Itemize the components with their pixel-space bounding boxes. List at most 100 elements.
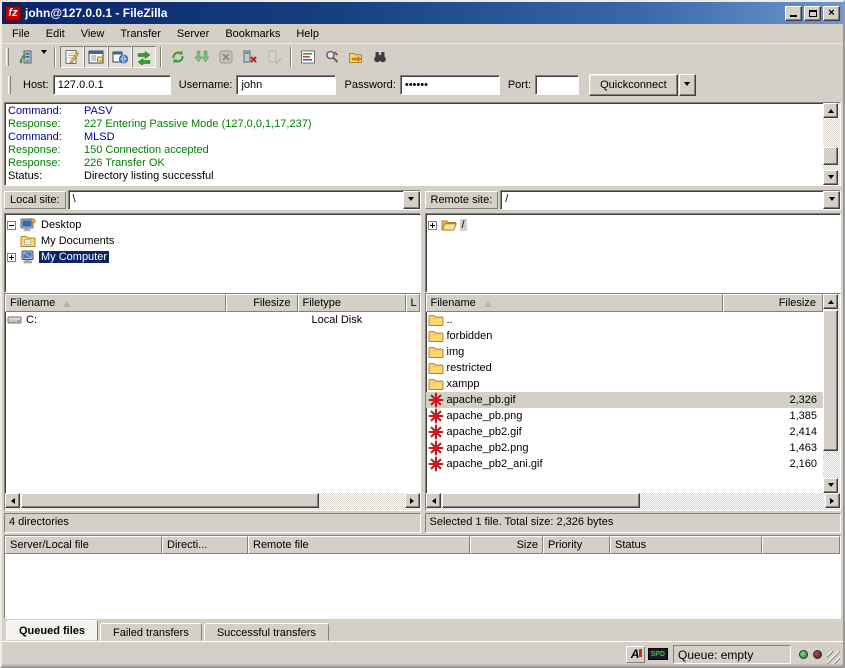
menu-bookmarks[interactable]: Bookmarks: [217, 26, 288, 42]
toggle-remote-tree-button[interactable]: [108, 46, 132, 68]
log-line: Response:227 Entering Passive Mode (127,…: [5, 118, 822, 131]
tab-successful-transfers[interactable]: Successful transfers: [204, 623, 329, 641]
quickconnect-bar: Host: Username: Password: Port: Quickcon…: [2, 70, 843, 100]
scroll-down-button[interactable]: [823, 478, 838, 493]
column-filetype[interactable]: Filetype: [298, 294, 406, 312]
scroll-left-button[interactable]: [426, 493, 441, 508]
file-row-selected[interactable]: apache_pb.gif 2,326: [426, 392, 824, 408]
file-row[interactable]: apache_pb2_ani.gif 2,160: [426, 456, 824, 472]
expand-expander-icon[interactable]: [428, 221, 437, 230]
find-files-button[interactable]: [368, 46, 392, 68]
tree-item-my-computer[interactable]: My Computer: [7, 249, 418, 265]
column-size[interactable]: Size: [470, 536, 543, 554]
column-status[interactable]: Status: [610, 536, 762, 554]
column-priority[interactable]: Priority: [543, 536, 610, 554]
menu-view[interactable]: View: [73, 26, 113, 42]
folder-row[interactable]: xampp: [426, 376, 824, 392]
collapse-expander-icon[interactable]: [7, 221, 16, 230]
file-row[interactable]: apache_pb.png 1,385: [426, 408, 824, 424]
remote-site-combo[interactable]: /: [500, 190, 841, 210]
scroll-thumb[interactable]: [823, 310, 838, 451]
file-name: img: [447, 346, 724, 358]
quickconnect-dropdown[interactable]: [679, 74, 696, 96]
directory-comparison-icon: [300, 49, 316, 65]
file-row-c-drive[interactable]: C: Local Disk: [5, 312, 420, 328]
scroll-up-button[interactable]: [823, 103, 838, 118]
scroll-thumb[interactable]: [21, 493, 319, 508]
scroll-thumb[interactable]: [442, 493, 641, 508]
local-site-combo[interactable]: \: [68, 190, 421, 210]
port-input[interactable]: [535, 75, 579, 95]
file-row[interactable]: apache_pb2.gif 2,414: [426, 424, 824, 440]
tab-queued-files[interactable]: Queued files: [6, 620, 98, 641]
column-remote-file[interactable]: Remote file: [248, 536, 470, 554]
column-filename[interactable]: Filename: [426, 294, 724, 312]
password-input[interactable]: [400, 75, 500, 95]
toggle-local-tree-button[interactable]: [84, 46, 108, 68]
refresh-button[interactable]: [166, 46, 190, 68]
username-input[interactable]: [236, 75, 336, 95]
folder-row[interactable]: img: [426, 344, 824, 360]
maximize-button[interactable]: [804, 6, 821, 21]
process-queue-button[interactable]: [190, 46, 214, 68]
menu-help[interactable]: Help: [288, 26, 327, 42]
remote-site-dropdown[interactable]: [823, 191, 840, 209]
column-last-modified[interactable]: L: [406, 294, 420, 312]
filter-button[interactable]: [320, 46, 344, 68]
column-direction[interactable]: Directi...: [162, 536, 248, 554]
column-filename[interactable]: Filename: [5, 294, 226, 312]
file-row[interactable]: apache_pb2.png 1,463: [426, 440, 824, 456]
cancel-button[interactable]: [214, 46, 238, 68]
username-label: Username:: [179, 79, 233, 91]
close-button[interactable]: ×: [823, 6, 840, 21]
minimize-button[interactable]: [785, 6, 802, 21]
toggle-transfer-queue-button[interactable]: [132, 46, 156, 68]
queue-status-panel: Queue: empty: [673, 645, 791, 664]
toggle-message-log-button[interactable]: [60, 46, 84, 68]
column-filesize[interactable]: Filesize: [226, 294, 298, 312]
scroll-right-button[interactable]: [405, 493, 420, 508]
column-server-local-file[interactable]: Server/Local file: [5, 536, 162, 554]
tab-failed-transfers[interactable]: Failed transfers: [100, 623, 202, 641]
menu-server[interactable]: Server: [169, 26, 217, 42]
menu-transfer[interactable]: Transfer: [112, 26, 169, 42]
log-scrollbar[interactable]: [823, 103, 840, 185]
quickconnect-button[interactable]: Quickconnect: [589, 74, 678, 96]
data-type-indicator-icon[interactable]: A: [626, 646, 645, 663]
synchronized-browsing-button[interactable]: [344, 46, 368, 68]
host-input[interactable]: [53, 75, 171, 95]
folder-row[interactable]: forbidden: [426, 328, 824, 344]
resize-grip[interactable]: [827, 651, 840, 664]
reconnect-icon: [266, 49, 282, 65]
tree-item-my-documents[interactable]: My Documents: [7, 233, 418, 249]
scroll-thumb[interactable]: [823, 147, 838, 165]
local-horizontal-scrollbar[interactable]: [5, 493, 420, 510]
reconnect-button[interactable]: [262, 46, 286, 68]
column-filesize[interactable]: Filesize: [723, 294, 823, 312]
queue-tabs: Queued files Failed transfers Successful…: [2, 619, 843, 641]
remote-status-text: Selected 1 file. Total size: 2,326 bytes: [425, 513, 842, 533]
speed-limit-indicator-icon[interactable]: SPD: [648, 648, 668, 660]
scroll-up-button[interactable]: [823, 294, 838, 309]
image-file-icon: [428, 424, 444, 440]
disconnect-button[interactable]: [238, 46, 262, 68]
tree-item-root[interactable]: /: [428, 217, 839, 233]
expand-expander-icon[interactable]: [7, 253, 16, 262]
tree-item-desktop[interactable]: Desktop: [7, 217, 418, 233]
scroll-down-button[interactable]: [823, 170, 838, 185]
menu-edit[interactable]: Edit: [38, 26, 73, 42]
folder-row[interactable]: restricted: [426, 360, 824, 376]
find-files-icon: [372, 49, 388, 65]
triangle-down-icon: [828, 483, 834, 490]
scroll-right-button[interactable]: [825, 493, 840, 508]
remote-vertical-scrollbar[interactable]: [823, 294, 840, 493]
local-site-dropdown[interactable]: [403, 191, 420, 209]
scroll-left-button[interactable]: [5, 493, 20, 508]
directory-comparison-button[interactable]: [296, 46, 320, 68]
menu-file[interactable]: File: [4, 26, 38, 42]
file-name: apache_pb2.png: [447, 442, 724, 454]
remote-horizontal-scrollbar[interactable]: [426, 493, 841, 510]
folder-row[interactable]: ..: [426, 312, 824, 328]
site-manager-dropdown[interactable]: [37, 46, 50, 68]
site-manager-button[interactable]: [13, 46, 37, 68]
